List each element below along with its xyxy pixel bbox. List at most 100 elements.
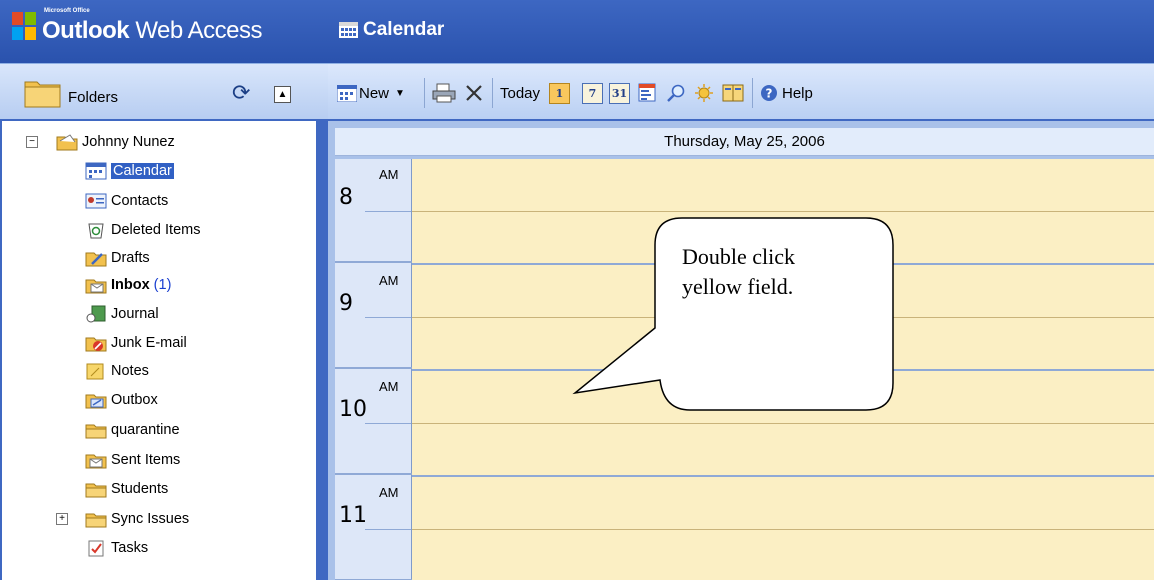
journal-icon — [86, 305, 106, 323]
sidebar-item-inbox[interactable]: Inbox (1) — [85, 274, 171, 296]
toolbar-divider — [752, 78, 753, 108]
pane-divider[interactable] — [316, 121, 328, 580]
office-logo-icon — [12, 12, 36, 40]
hour-row: AM 11 — [335, 477, 412, 580]
outbox-icon — [85, 394, 107, 409]
search-icon — [667, 84, 685, 102]
sidebar-item-label: Sync Issues — [111, 511, 190, 527]
hour-number: 8 — [339, 185, 353, 210]
contacts-icon — [85, 193, 107, 209]
schedule-button[interactable] — [638, 80, 658, 106]
app-title: Outlook Web Access — [42, 17, 262, 45]
collapse-tree-icon[interactable]: − — [26, 136, 38, 148]
sidebar-item-students[interactable]: Students — [85, 478, 168, 500]
sidebar-item-drafts[interactable]: Drafts — [85, 247, 150, 269]
refresh-icon[interactable]: ⟳ — [232, 82, 250, 104]
callout-line-1: Double click — [682, 244, 796, 269]
hour-number: 10 — [339, 397, 367, 422]
sidebar-item-calendar[interactable]: Calendar — [85, 160, 174, 182]
day-view-icon: 1 — [549, 82, 570, 104]
help-icon: ? — [761, 85, 777, 101]
sidebar-item-label: Outbox — [111, 392, 158, 408]
sidebar-item-label: Contacts — [111, 193, 169, 209]
sidebar-item-label: Junk E-mail — [111, 335, 187, 351]
folders-header: Folders ⟳ ▲ — [0, 63, 328, 121]
month-view-button[interactable]: 31 — [609, 80, 630, 106]
hour-number: 9 — [339, 291, 353, 316]
half-hour-tick — [365, 317, 411, 318]
hour-line — [412, 475, 1154, 477]
callout-text: Double click yellow field. — [682, 242, 795, 302]
mailbox-name: Johnny Nunez — [82, 134, 175, 150]
top-banner: Microsoft Office Outlook Web Access Cale… — [0, 0, 1154, 63]
chevron-down-icon[interactable]: ▼ — [395, 88, 405, 99]
mailbox-icon — [56, 134, 78, 151]
sidebar-item-label: Journal — [111, 306, 159, 322]
sidebar-item-sent-items[interactable]: Sent Items — [85, 449, 180, 471]
drafts-icon — [85, 252, 107, 267]
sidebar-item-label: Notes — [111, 363, 149, 379]
collapse-icon[interactable]: ▲ — [274, 86, 291, 103]
find-button[interactable] — [666, 80, 686, 106]
folder-icon — [24, 81, 61, 108]
hour-ampm: AM — [379, 273, 399, 288]
week-view-icon: 7 — [582, 82, 603, 104]
sidebar-item-label: Students — [111, 481, 169, 497]
sidebar-item-contacts[interactable]: Contacts — [85, 190, 168, 212]
sidebar-item-outbox[interactable]: Outbox — [85, 389, 158, 411]
trash-icon — [88, 223, 104, 239]
calendar-icon — [339, 22, 358, 38]
sidebar-item-junk-email[interactable]: Junk E-mail — [85, 332, 187, 354]
half-hour-line — [412, 317, 1154, 318]
sidebar-item-sync-issues[interactable]: Sync Issues — [85, 508, 189, 530]
bell-icon — [695, 84, 713, 102]
toolbar-divider — [424, 78, 425, 108]
close-icon — [466, 85, 482, 101]
calendar-icon — [85, 162, 107, 180]
hour-line — [412, 369, 1154, 371]
expand-sync-issues-icon[interactable]: + — [56, 513, 68, 525]
folder-tree: − Johnny Nunez Calendar Contacts Deleted… — [0, 121, 316, 580]
half-hour-tick — [365, 211, 411, 212]
sidebar-item-label: Drafts — [111, 250, 150, 266]
time-slots[interactable] — [412, 159, 1154, 580]
callout-line-2: yellow field. — [682, 274, 794, 299]
schedule-icon — [638, 83, 656, 102]
today-button[interactable]: Today — [500, 80, 540, 106]
help-button[interactable]: ? Help — [760, 80, 813, 106]
sidebar-item-notes[interactable]: Notes — [85, 360, 149, 382]
new-button[interactable]: New ▼ — [337, 80, 405, 106]
delete-button[interactable] — [464, 80, 484, 106]
sidebar-item-label: Deleted Items — [111, 222, 201, 238]
mailbox-root[interactable]: Johnny Nunez — [56, 131, 175, 153]
junk-icon — [85, 337, 107, 352]
hour-row: AM 9 — [335, 265, 412, 369]
sidebar-item-tasks[interactable]: Tasks — [85, 537, 148, 559]
view-title: Calendar — [363, 19, 445, 40]
reminders-button[interactable] — [694, 80, 714, 106]
address-book-button[interactable] — [722, 80, 744, 106]
tasks-icon — [88, 540, 104, 557]
sidebar-item-quarantine[interactable]: quarantine — [85, 419, 180, 441]
folder-icon — [85, 513, 107, 528]
help-label: Help — [782, 84, 813, 102]
sidebar-item-label: Tasks — [111, 540, 149, 556]
week-view-button[interactable]: 7 — [582, 80, 603, 106]
sidebar-item-deleted-items[interactable]: Deleted Items — [85, 219, 200, 241]
new-label: New — [359, 84, 390, 102]
sidebar-item-label: Sent Items — [111, 452, 181, 468]
toolbar-divider — [492, 78, 493, 108]
svg-text:?: ? — [766, 87, 773, 101]
half-hour-line — [412, 423, 1154, 424]
sidebar-item-label: Inbox — [111, 277, 150, 293]
month-view-icon: 31 — [609, 82, 630, 104]
day-view-button[interactable]: 1 — [549, 80, 570, 106]
app-title-bold: Outlook — [42, 17, 130, 44]
sidebar-item-journal[interactable]: Journal — [85, 303, 159, 325]
today-label: Today — [500, 84, 541, 102]
print-button[interactable] — [432, 80, 456, 106]
inbox-icon — [85, 279, 107, 294]
date-header: Thursday, May 25, 2006 — [335, 128, 1154, 156]
hours-column: AM 8 AM 9 AM 10 AM 11 — [335, 159, 412, 580]
sidebar-item-label: Calendar — [111, 163, 174, 179]
